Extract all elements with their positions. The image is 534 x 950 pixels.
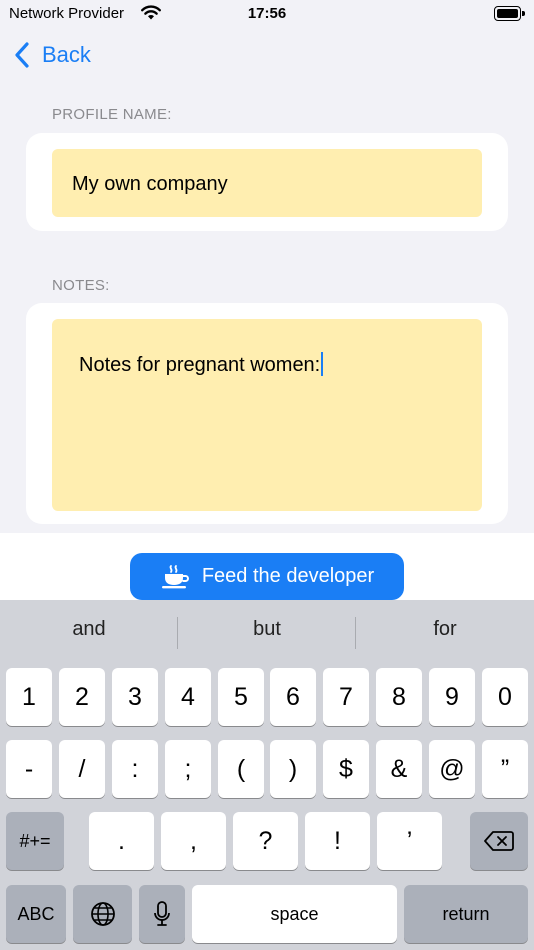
battery-icon xyxy=(494,6,525,21)
key-more-symbols[interactable]: #+= xyxy=(6,812,64,870)
profile-name-label: PROFILE NAME: xyxy=(52,106,172,123)
key-colon[interactable]: : xyxy=(112,740,158,798)
key-2[interactable]: 2 xyxy=(59,668,105,726)
key-close-paren[interactable]: ) xyxy=(270,740,316,798)
status-bar: Network Provider 17:56 xyxy=(0,0,534,30)
suggestion-bar: and but for xyxy=(0,600,534,666)
key-hyphen[interactable]: - xyxy=(6,740,52,798)
key-9[interactable]: 9 xyxy=(429,668,475,726)
feed-developer-label: Feed the developer xyxy=(201,565,375,587)
notes-field[interactable]: Notes for pregnant women: xyxy=(52,319,482,511)
key-dollar[interactable]: $ xyxy=(323,740,369,798)
feed-area: Feed the developer xyxy=(0,533,534,600)
key-apostrophe[interactable]: ’ xyxy=(377,812,442,870)
key-question[interactable]: ? xyxy=(233,812,298,870)
backspace-icon xyxy=(484,831,514,851)
notes-card: Notes for pregnant women: xyxy=(26,303,508,524)
key-quote[interactable]: ” xyxy=(482,740,528,798)
key-1[interactable]: 1 xyxy=(6,668,52,726)
key-exclamation[interactable]: ! xyxy=(305,812,370,870)
globe-icon xyxy=(90,902,115,926)
key-0[interactable]: 0 xyxy=(482,668,528,726)
key-3[interactable]: 3 xyxy=(112,668,158,726)
notes-value: Notes for pregnant women: xyxy=(79,354,321,376)
notes-label: NOTES: xyxy=(52,277,110,294)
back-button[interactable]: Back xyxy=(14,38,91,72)
globe-key[interactable] xyxy=(73,885,132,943)
key-4[interactable]: 4 xyxy=(165,668,211,726)
key-comma[interactable]: , xyxy=(161,812,226,870)
key-period[interactable]: . xyxy=(89,812,154,870)
key-at[interactable]: @ xyxy=(429,740,475,798)
microphone-icon xyxy=(154,901,170,926)
microphone-key[interactable] xyxy=(139,885,185,943)
suggestion-and[interactable]: and xyxy=(0,618,178,641)
key-slash[interactable]: / xyxy=(59,740,105,798)
profile-name-card: My own company xyxy=(26,133,508,231)
profile-name-value: My own company xyxy=(72,173,228,195)
suggestion-for[interactable]: for xyxy=(356,618,534,641)
key-open-paren[interactable]: ( xyxy=(218,740,264,798)
back-label: Back xyxy=(42,42,91,67)
profile-name-field[interactable]: My own company xyxy=(52,149,482,217)
key-semicolon[interactable]: ; xyxy=(165,740,211,798)
suggestion-but[interactable]: but xyxy=(178,618,356,641)
text-caret xyxy=(321,352,324,376)
chevron-left-icon xyxy=(15,42,29,68)
key-5[interactable]: 5 xyxy=(218,668,264,726)
return-key[interactable]: return xyxy=(404,885,528,943)
key-6[interactable]: 6 xyxy=(270,668,316,726)
backspace-key[interactable] xyxy=(470,812,528,870)
keyboard: and but for 1 2 3 4 5 6 7 8 9 0 - / : ; … xyxy=(0,600,534,950)
feed-developer-button[interactable]: Feed the developer xyxy=(130,553,404,600)
key-abc[interactable]: ABC xyxy=(6,885,66,943)
coffee-cup-icon xyxy=(161,564,189,588)
key-8[interactable]: 8 xyxy=(376,668,422,726)
key-ampersand[interactable]: & xyxy=(376,740,422,798)
status-time: 17:56 xyxy=(247,5,287,22)
key-7[interactable]: 7 xyxy=(323,668,369,726)
space-key[interactable]: space xyxy=(192,885,397,943)
